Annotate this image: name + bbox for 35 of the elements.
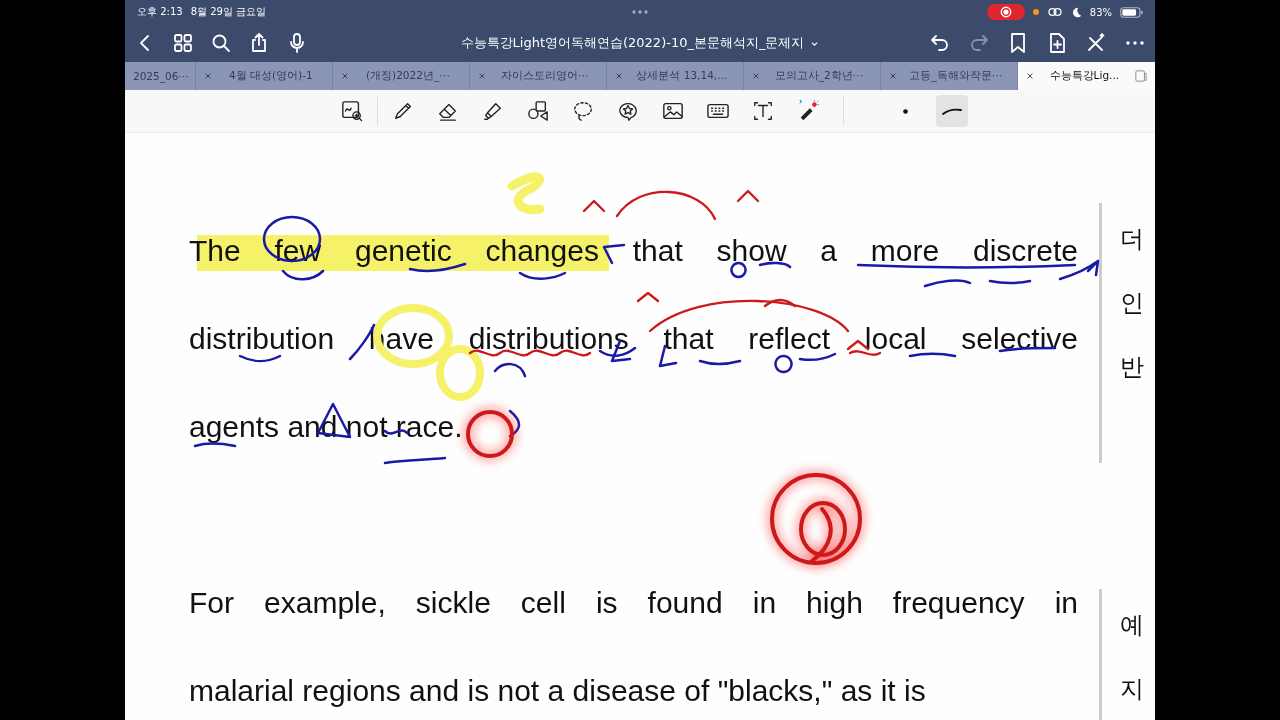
image-icon (662, 100, 684, 122)
camera-dot-icon (1032, 9, 1039, 15)
lasso-icon (572, 100, 594, 122)
more-dots-icon (631, 9, 649, 15)
close-icon[interactable] (888, 72, 897, 80)
battery-icon (1120, 6, 1143, 18)
body-paragraph: For example, sickle cell is found in high frequency in malarial regions and is not a disease of "blacks," as it is (189, 585, 1078, 709)
translation-text: 더 인 반 (1120, 224, 1144, 383)
shapes-icon (527, 100, 549, 122)
text-box-icon (752, 100, 774, 122)
sticker-icon (617, 100, 639, 122)
page-icon (1134, 70, 1147, 82)
stroke-style-icon (942, 107, 962, 115)
image-zoom-icon (341, 100, 363, 122)
close-icon[interactable] (340, 72, 349, 80)
highlighter-icon (482, 100, 504, 122)
close-icon[interactable] (614, 72, 623, 80)
link-icon (1046, 6, 1063, 18)
pen-icon (392, 100, 414, 122)
translation-text: 예 지 (1120, 610, 1144, 705)
laser-pointer-icon (797, 100, 819, 122)
status-date: 8월 29일 금요일 (190, 5, 267, 19)
close-icon[interactable] (1025, 72, 1034, 80)
moon-icon (1070, 6, 1082, 18)
record-icon (999, 6, 1012, 18)
battery-percent: 83% (1089, 6, 1112, 18)
close-icon[interactable] (203, 72, 212, 80)
document-tab[interactable]: 수능특강Lig... (1017, 62, 1155, 90)
pen-size-icon (902, 108, 908, 114)
close-icon[interactable] (477, 72, 486, 80)
toolbar-option[interactable] (936, 95, 968, 127)
chevron-down-icon (810, 39, 820, 47)
grid-icon[interactable] (171, 31, 195, 55)
status-time: 오후 2:13 (137, 5, 183, 19)
close-icon[interactable] (751, 72, 760, 80)
